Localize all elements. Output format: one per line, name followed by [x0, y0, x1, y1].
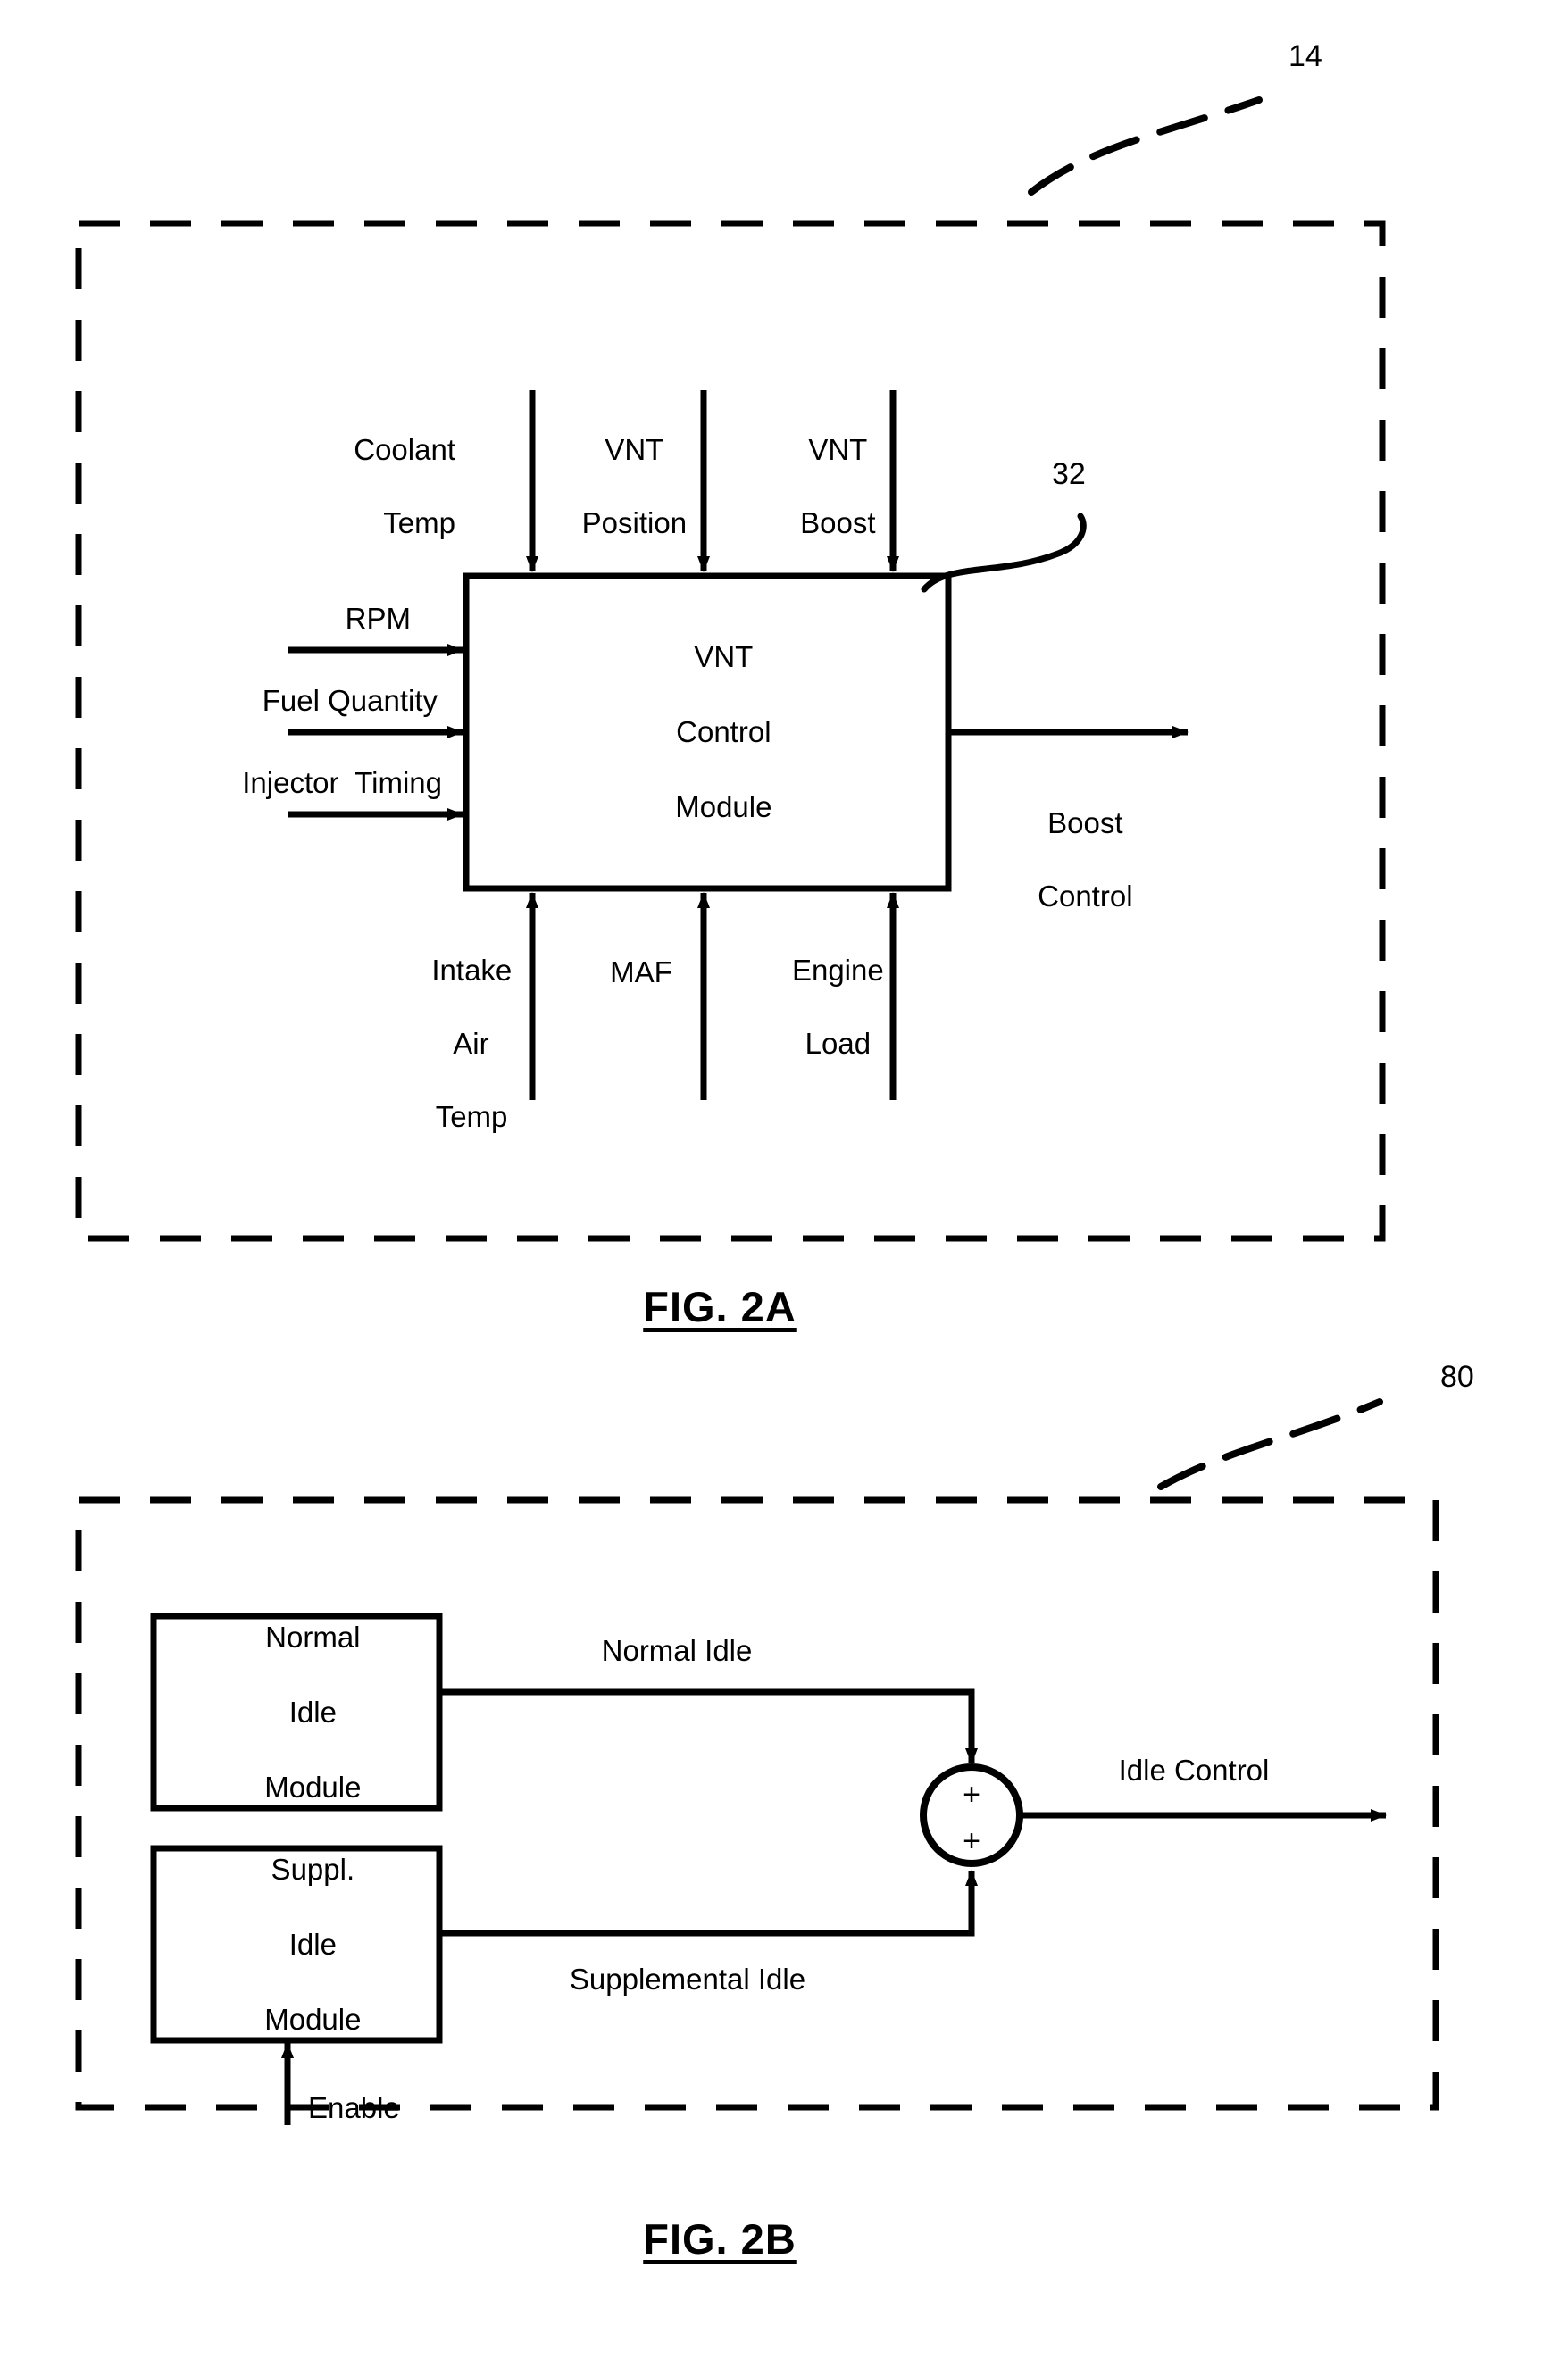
label-normal-idle: Normal Idle — [601, 1634, 753, 1667]
label-vnt-position: VNT Position — [549, 395, 687, 578]
patent-figure-sheet: 14 Coolant Temp VNT Position VNT Boost 3… — [0, 0, 1568, 2376]
label-boost-control: Boost Control — [1005, 768, 1132, 951]
summing-junction-plus-1: + — [963, 1778, 980, 1812]
figure-caption-2a: FIG. 2A — [643, 1283, 797, 1330]
label-enable: Enable — [308, 2091, 400, 2124]
label-vnt-position-line1: VNT — [605, 433, 664, 466]
label-rpm: RPM — [345, 602, 411, 635]
reference-numeral-14: 14 — [1289, 39, 1322, 73]
summing-junction-plus-2: + — [963, 1824, 980, 1858]
vnt-module-line1: VNT — [694, 640, 754, 673]
label-vnt-position-line2: Position — [581, 506, 688, 539]
vnt-module-line2: Control — [676, 715, 771, 748]
label-coolant-temp-line1: Coolant — [354, 433, 455, 466]
reference-numeral-80: 80 — [1440, 1360, 1474, 1394]
label-engine-load: Engine Load — [759, 915, 884, 1098]
label-boost-control-line1: Boost — [1047, 806, 1123, 839]
vnt-module-line3: Module — [675, 790, 772, 823]
suppl-idle-line2: Idle — [288, 1928, 337, 1961]
label-engine-load-line2: Load — [805, 1027, 872, 1060]
label-supplemental-idle: Supplemental Idle — [569, 1963, 806, 1996]
label-injector-timing: Injector Timing — [242, 766, 442, 799]
label-vnt-boost-line1: VNT — [808, 433, 868, 466]
label-fuel-quantity: Fuel Quantity — [262, 684, 438, 717]
suppl-idle-line1: Suppl. — [271, 1853, 355, 1886]
leader-line-14 — [1028, 96, 1263, 196]
reference-numeral-32: 32 — [1052, 457, 1086, 491]
label-intake-air-temp: Intake Air Temp — [399, 915, 513, 1171]
path-normal-idle — [439, 1688, 978, 1764]
vnt-control-module-label: VNT Control Module — [643, 601, 772, 863]
figure-caption-2b: FIG. 2B — [643, 2215, 797, 2263]
normal-idle-module-label: Normal Idle Module — [232, 1581, 362, 1844]
suppl-idle-line3: Module — [264, 2003, 362, 2036]
label-vnt-boost-line2: Boost — [800, 506, 876, 539]
normal-idle-line2: Idle — [288, 1696, 337, 1729]
label-intake-air-temp-line3: Temp — [435, 1100, 508, 1133]
label-maf: MAF — [610, 955, 672, 988]
path-supplemental-idle — [439, 1870, 978, 1937]
leader-line-80 — [1157, 1398, 1383, 1490]
label-intake-air-temp-line2: Air — [453, 1027, 489, 1060]
normal-idle-line3: Module — [264, 1771, 362, 1804]
label-coolant-temp-line2: Temp — [383, 506, 455, 539]
label-boost-control-line2: Control — [1038, 880, 1133, 913]
label-engine-load-line1: Engine — [791, 954, 884, 987]
label-coolant-temp: Coolant Temp — [321, 395, 455, 578]
label-vnt-boost: VNT Boost — [767, 395, 875, 578]
label-idle-control: Idle Control — [1118, 1754, 1270, 1787]
normal-idle-line1: Normal — [265, 1621, 361, 1654]
label-intake-air-temp-line1: Intake — [431, 954, 513, 987]
suppl-idle-module-label: Suppl. Idle Module — [232, 1813, 362, 2076]
